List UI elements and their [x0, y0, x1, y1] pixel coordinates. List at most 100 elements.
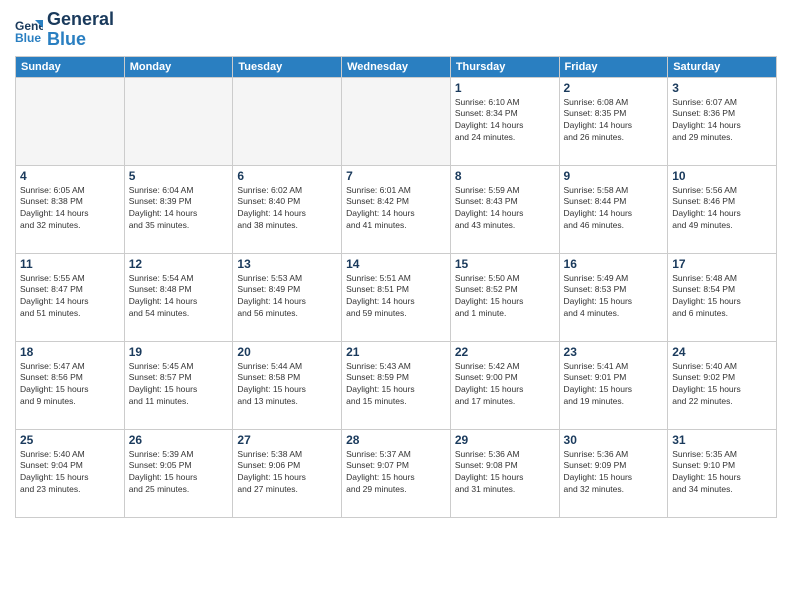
- day-info: Sunrise: 5:51 AM Sunset: 8:51 PM Dayligh…: [346, 273, 446, 321]
- day-info: Sunrise: 5:56 AM Sunset: 8:46 PM Dayligh…: [672, 185, 772, 233]
- day-number: 8: [455, 169, 555, 183]
- day-cell-18: 18 Sunrise: 5:47 AM Sunset: 8:56 PM Dayli…: [16, 341, 125, 429]
- day-number: 25: [20, 433, 120, 447]
- day-cell-15: 15 Sunrise: 5:50 AM Sunset: 8:52 PM Dayli…: [450, 253, 559, 341]
- day-cell-22: 22Sunrise: 5:42 AM Sunset: 9:00 PM Dayli…: [450, 341, 559, 429]
- day-cell-31: 31 Sunrise: 5:35 AM Sunset: 9:10 PM Dayli…: [668, 429, 777, 517]
- day-cell-9: 9 Sunrise: 5:58 AM Sunset: 8:44 PM Daylig…: [559, 165, 668, 253]
- day-cell-25: 25 Sunrise: 5:40 AM Sunset: 9:04 PM Dayli…: [16, 429, 125, 517]
- day-number: 23: [564, 345, 664, 359]
- day-number: 21: [346, 345, 446, 359]
- day-cell-30: 30Sunrise: 5:36 AM Sunset: 9:09 PM Dayli…: [559, 429, 668, 517]
- empty-cell: [342, 77, 451, 165]
- day-info: Sunrise: 5:47 AM Sunset: 8:56 PM Dayligh…: [20, 361, 120, 409]
- day-info: Sunrise: 5:36 AM Sunset: 9:09 PM Dayligh…: [564, 449, 664, 497]
- week-row-1: 1 Sunrise: 6:10 AM Sunset: 8:34 PM Daylig…: [16, 77, 777, 165]
- day-number: 6: [237, 169, 337, 183]
- page: General Blue General Blue SundayMondayTu…: [0, 0, 792, 612]
- day-number: 5: [129, 169, 229, 183]
- day-info: Sunrise: 5:40 AM Sunset: 9:02 PM Dayligh…: [672, 361, 772, 409]
- day-number: 26: [129, 433, 229, 447]
- logo: General Blue General Blue: [15, 10, 114, 50]
- day-cell-28: 28 Sunrise: 5:37 AM Sunset: 9:07 PM Dayli…: [342, 429, 451, 517]
- day-cell-29: 29Sunrise: 5:36 AM Sunset: 9:08 PM Dayli…: [450, 429, 559, 517]
- weekday-header-friday: Friday: [559, 56, 668, 77]
- day-cell-23: 23 Sunrise: 5:41 AM Sunset: 9:01 PM Dayli…: [559, 341, 668, 429]
- weekday-header-row: SundayMondayTuesdayWednesdayThursdayFrid…: [16, 56, 777, 77]
- day-cell-11: 11Sunrise: 5:55 AM Sunset: 8:47 PM Dayli…: [16, 253, 125, 341]
- day-info: Sunrise: 5:48 AM Sunset: 8:54 PM Dayligh…: [672, 273, 772, 321]
- day-cell-21: 21 Sunrise: 5:43 AM Sunset: 8:59 PM Dayli…: [342, 341, 451, 429]
- day-info: Sunrise: 5:50 AM Sunset: 8:52 PM Dayligh…: [455, 273, 555, 321]
- day-info: Sunrise: 6:08 AM Sunset: 8:35 PM Dayligh…: [564, 97, 664, 145]
- empty-cell: [16, 77, 125, 165]
- day-number: 29: [455, 433, 555, 447]
- day-info: Sunrise: 6:01 AM Sunset: 8:42 PM Dayligh…: [346, 185, 446, 233]
- day-cell-7: 7Sunrise: 6:01 AM Sunset: 8:42 PM Daylig…: [342, 165, 451, 253]
- logo-text-general: General: [47, 10, 114, 30]
- day-cell-14: 14 Sunrise: 5:51 AM Sunset: 8:51 PM Dayli…: [342, 253, 451, 341]
- day-info: Sunrise: 5:38 AM Sunset: 9:06 PM Dayligh…: [237, 449, 337, 497]
- day-info: Sunrise: 6:05 AM Sunset: 8:38 PM Dayligh…: [20, 185, 120, 233]
- day-cell-4: 4 Sunrise: 6:05 AM Sunset: 8:38 PM Daylig…: [16, 165, 125, 253]
- day-cell-3: 3Sunrise: 6:07 AM Sunset: 8:36 PM Daylig…: [668, 77, 777, 165]
- day-info: Sunrise: 6:02 AM Sunset: 8:40 PM Dayligh…: [237, 185, 337, 233]
- day-info: Sunrise: 5:54 AM Sunset: 8:48 PM Dayligh…: [129, 273, 229, 321]
- logo-icon: General Blue: [15, 16, 43, 44]
- day-number: 3: [672, 81, 772, 95]
- day-info: Sunrise: 5:55 AM Sunset: 8:47 PM Dayligh…: [20, 273, 120, 321]
- day-cell-10: 10Sunrise: 5:56 AM Sunset: 8:46 PM Dayli…: [668, 165, 777, 253]
- day-info: Sunrise: 5:49 AM Sunset: 8:53 PM Dayligh…: [564, 273, 664, 321]
- day-cell-8: 8 Sunrise: 5:59 AM Sunset: 8:43 PM Daylig…: [450, 165, 559, 253]
- day-info: Sunrise: 6:04 AM Sunset: 8:39 PM Dayligh…: [129, 185, 229, 233]
- day-info: Sunrise: 5:45 AM Sunset: 8:57 PM Dayligh…: [129, 361, 229, 409]
- day-info: Sunrise: 5:41 AM Sunset: 9:01 PM Dayligh…: [564, 361, 664, 409]
- weekday-header-monday: Monday: [124, 56, 233, 77]
- day-cell-24: 24Sunrise: 5:40 AM Sunset: 9:02 PM Dayli…: [668, 341, 777, 429]
- weekday-header-tuesday: Tuesday: [233, 56, 342, 77]
- weekday-header-saturday: Saturday: [668, 56, 777, 77]
- day-cell-2: 2Sunrise: 6:08 AM Sunset: 8:35 PM Daylig…: [559, 77, 668, 165]
- day-number: 27: [237, 433, 337, 447]
- day-number: 18: [20, 345, 120, 359]
- week-row-3: 11Sunrise: 5:55 AM Sunset: 8:47 PM Dayli…: [16, 253, 777, 341]
- day-number: 20: [237, 345, 337, 359]
- day-number: 13: [237, 257, 337, 271]
- day-info: Sunrise: 6:10 AM Sunset: 8:34 PM Dayligh…: [455, 97, 555, 145]
- weekday-header-thursday: Thursday: [450, 56, 559, 77]
- day-info: Sunrise: 5:40 AM Sunset: 9:04 PM Dayligh…: [20, 449, 120, 497]
- day-cell-17: 17 Sunrise: 5:48 AM Sunset: 8:54 PM Dayli…: [668, 253, 777, 341]
- day-number: 15: [455, 257, 555, 271]
- day-info: Sunrise: 5:39 AM Sunset: 9:05 PM Dayligh…: [129, 449, 229, 497]
- day-number: 19: [129, 345, 229, 359]
- day-number: 12: [129, 257, 229, 271]
- day-number: 16: [564, 257, 664, 271]
- day-cell-20: 20 Sunrise: 5:44 AM Sunset: 8:58 PM Dayli…: [233, 341, 342, 429]
- day-info: Sunrise: 5:37 AM Sunset: 9:07 PM Dayligh…: [346, 449, 446, 497]
- day-number: 31: [672, 433, 772, 447]
- day-number: 9: [564, 169, 664, 183]
- day-info: Sunrise: 5:59 AM Sunset: 8:43 PM Dayligh…: [455, 185, 555, 233]
- empty-cell: [233, 77, 342, 165]
- logo-text-blue: Blue: [47, 30, 114, 50]
- day-cell-12: 12 Sunrise: 5:54 AM Sunset: 8:48 PM Dayli…: [124, 253, 233, 341]
- day-info: Sunrise: 5:58 AM Sunset: 8:44 PM Dayligh…: [564, 185, 664, 233]
- day-info: Sunrise: 5:35 AM Sunset: 9:10 PM Dayligh…: [672, 449, 772, 497]
- day-info: Sunrise: 5:43 AM Sunset: 8:59 PM Dayligh…: [346, 361, 446, 409]
- empty-cell: [124, 77, 233, 165]
- day-info: Sunrise: 5:53 AM Sunset: 8:49 PM Dayligh…: [237, 273, 337, 321]
- day-number: 4: [20, 169, 120, 183]
- day-number: 14: [346, 257, 446, 271]
- day-cell-13: 13 Sunrise: 5:53 AM Sunset: 8:49 PM Dayli…: [233, 253, 342, 341]
- weekday-header-sunday: Sunday: [16, 56, 125, 77]
- day-cell-5: 5 Sunrise: 6:04 AM Sunset: 8:39 PM Daylig…: [124, 165, 233, 253]
- day-info: Sunrise: 5:44 AM Sunset: 8:58 PM Dayligh…: [237, 361, 337, 409]
- day-number: 22: [455, 345, 555, 359]
- weekday-header-wednesday: Wednesday: [342, 56, 451, 77]
- day-number: 1: [455, 81, 555, 95]
- day-cell-27: 27 Sunrise: 5:38 AM Sunset: 9:06 PM Dayli…: [233, 429, 342, 517]
- day-number: 28: [346, 433, 446, 447]
- header: General Blue General Blue: [15, 10, 777, 50]
- calendar: SundayMondayTuesdayWednesdayThursdayFrid…: [15, 56, 777, 518]
- day-number: 17: [672, 257, 772, 271]
